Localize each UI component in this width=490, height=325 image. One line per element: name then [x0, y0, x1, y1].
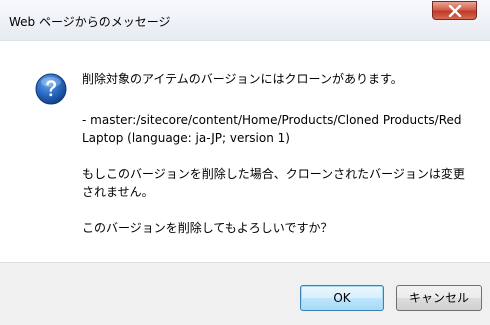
- window-title: Web ページからのメッセージ: [9, 15, 171, 29]
- dialog-footer: OK キャンセル: [0, 262, 490, 325]
- close-button[interactable]: [432, 1, 477, 20]
- dialog-content: 削除対象のアイテムのバージョンにはクローンがあります。 - master:/si…: [0, 41, 490, 262]
- message-line-3: もしこのバージョンを削除した場合、クローンされたバージョンは変更されません。: [82, 167, 465, 199]
- close-icon: [448, 5, 462, 17]
- title-bar[interactable]: Web ページからのメッセージ: [0, 0, 490, 41]
- question-icon: [35, 73, 67, 105]
- message-line-1: 削除対象のアイテムのバージョンにはクローンがあります。: [82, 72, 403, 86]
- message-dialog: Web ページからのメッセージ 削除対象のアイテムのバージョンにはクローンがあり…: [0, 0, 490, 325]
- cancel-button[interactable]: キャンセル: [396, 285, 482, 311]
- message-item-path: - master:/sitecore/content/Home/Products…: [82, 113, 462, 145]
- ok-button[interactable]: OK: [300, 285, 384, 311]
- message-question: このバージョンを削除してもよろしいですか？: [82, 221, 333, 235]
